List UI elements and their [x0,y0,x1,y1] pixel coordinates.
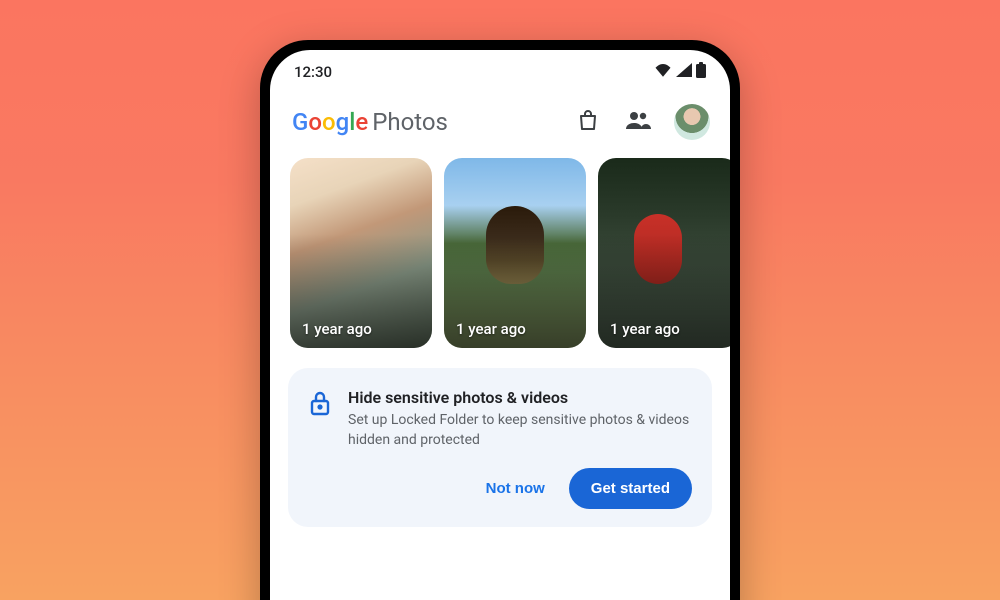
gradient-backdrop: 12:30 Google Photos [0,0,1000,600]
memories-carousel[interactable]: 1 year ago 1 year ago 1 year ago [270,150,730,348]
account-avatar[interactable] [674,104,710,140]
battery-icon [696,62,706,82]
clock-text: 12:30 [294,63,332,81]
lock-icon [308,390,332,420]
get-started-button[interactable]: Get started [569,468,692,509]
status-bar: 12:30 [270,50,730,94]
promo-body: Set up Locked Folder to keep sensitive p… [348,411,692,450]
promo-title: Hide sensitive photos & videos [348,388,692,407]
memory-label: 1 year ago [610,320,680,338]
shopping-bag-icon [576,108,600,136]
phone-frame: 12:30 Google Photos [260,40,740,600]
google-photos-logo: Google Photos [292,108,448,136]
memory-label: 1 year ago [302,320,372,338]
locked-folder-promo-card: Hide sensitive photos & videos Set up Lo… [288,368,712,527]
not-now-button[interactable]: Not now [472,470,559,507]
app-header: Google Photos [270,94,730,150]
memory-card[interactable]: 1 year ago [444,158,586,348]
memory-label: 1 year ago [456,320,526,338]
memory-card[interactable]: 1 year ago [290,158,432,348]
print-store-button[interactable] [568,102,608,142]
people-icon [625,108,651,136]
sharing-button[interactable] [618,102,658,142]
cellular-icon [676,63,692,81]
memory-card[interactable]: 1 year ago [598,158,730,348]
status-icons [654,62,706,82]
phone-screen: 12:30 Google Photos [270,50,730,600]
wifi-icon [654,63,672,81]
logo-photos-text: Photos [372,108,448,136]
